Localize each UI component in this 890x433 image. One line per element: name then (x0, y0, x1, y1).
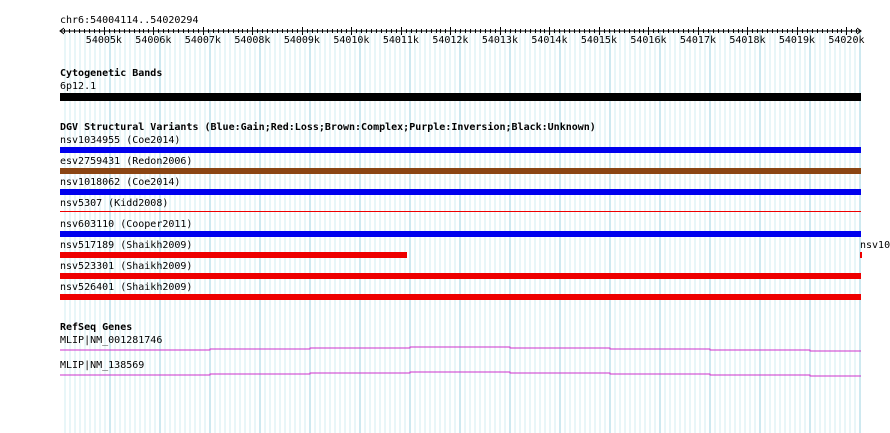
ruler-tick-label: 54013k (481, 35, 518, 46)
ruler-tick-label: 54011k (382, 35, 419, 46)
dgv-track-title: DGV Structural Variants (Blue:Gain;Red:L… (60, 122, 596, 133)
cytoband-track-title: Cytogenetic Bands (60, 68, 163, 79)
dgv-feature-label[interactable]: esv2759431 (Redon2006) (60, 156, 192, 168)
dgv-feature-bar[interactable] (60, 189, 861, 195)
dgv-feature-bar[interactable] (60, 211, 861, 212)
ruler-tick-label: 54019k (778, 35, 815, 46)
dgv-feature-label[interactable]: nsv517189 (Shaikh2009) (60, 240, 192, 252)
ruler-tick-label: 54020k (828, 35, 865, 46)
ruler-tick-label: 54007k (184, 35, 221, 46)
ruler-tick-label: 54009k (283, 35, 320, 46)
dgv-feature-label[interactable]: nsv526401 (Shaikh2009) (60, 282, 192, 294)
ruler-tick-label: 54017k (679, 35, 716, 46)
dgv-feature-bar[interactable] (60, 294, 861, 300)
dgv-feature-label[interactable]: nsv1018062 (Coe2014) (60, 177, 180, 189)
dgv-feature-bar[interactable] (60, 252, 408, 258)
cytoband-bar[interactable] (60, 93, 861, 101)
cytoband-label: 6p12.1 (60, 81, 97, 92)
ruler-tick-label: 54012k (432, 35, 469, 46)
ruler-tick-label: 54008k (234, 35, 271, 46)
genome-browser-view: chr6:54004114..54020294 54005k 54006k 5400… (0, 0, 890, 433)
ruler-tick-label: 54010k (333, 35, 370, 46)
ruler-tick-label: 54016k (630, 35, 667, 46)
ruler-tick-label: 54006k (135, 35, 172, 46)
dgv-feature-bar[interactable] (60, 273, 861, 279)
dgv-feature-label[interactable]: nsv1034955 (Coe2014) (60, 135, 180, 147)
ruler-tick-label: 54018k (729, 35, 766, 46)
dgv-feature-bar[interactable] (60, 147, 861, 153)
refseq-gene-models[interactable] (0, 340, 890, 380)
dgv-overflow-label[interactable]: nsv10 (860, 240, 890, 252)
refseq-track-title: RefSeq Genes (60, 322, 133, 333)
refseq-gene-model[interactable] (60, 346, 861, 352)
ruler-tick-label: 54015k (580, 35, 617, 46)
dgv-feature-label[interactable]: nsv603110 (Cooper2011) (60, 219, 192, 231)
dgv-feature-label[interactable]: nsv5307 (Kidd2008) (60, 198, 168, 210)
dgv-feature-bar[interactable] (60, 231, 861, 237)
ruler-tick-label: 54005k (85, 35, 122, 46)
dgv-feature-bar[interactable] (60, 168, 861, 174)
refseq-gene-model[interactable] (60, 371, 861, 377)
dgv-feature-label[interactable]: nsv523301 (Shaikh2009) (60, 261, 192, 273)
dgv-overflow-feature[interactable] (860, 252, 862, 258)
ruler-tick-label: 54014k (531, 35, 568, 46)
